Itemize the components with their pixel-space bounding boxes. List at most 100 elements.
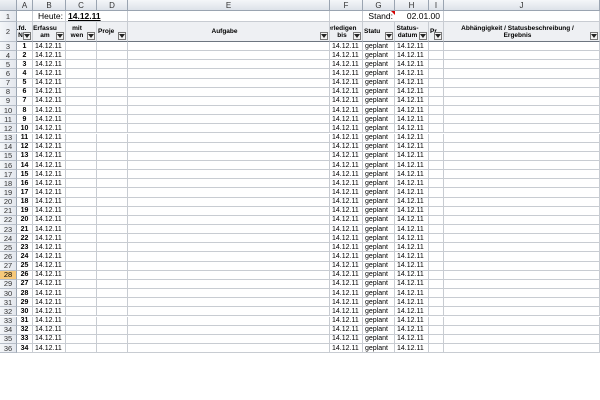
lfd-nr-cell[interactable]: 1 [17,42,33,52]
prioritaet-cell[interactable] [429,51,444,61]
column-header-a[interactable]: A [17,0,33,11]
mit-wem-cell[interactable] [66,179,97,189]
aufgabe-cell[interactable] [128,179,330,189]
projekt-cell[interactable] [97,225,128,235]
erfasst-am-cell[interactable]: 14.12.11 [33,206,66,216]
lfd-nr-cell[interactable]: 31 [17,316,33,326]
lfd-nr-cell[interactable]: 16 [17,179,33,189]
status-cell[interactable]: geplant [363,206,395,216]
erfasst-am-cell[interactable]: 14.12.11 [33,142,66,152]
aufgabe-cell[interactable] [128,78,330,88]
mit-wem-cell[interactable] [66,279,97,290]
erfasst-am-cell[interactable]: 14.12.11 [33,225,66,235]
erfasst-am-cell[interactable]: 14.12.11 [33,87,66,97]
erledigen-bis-cell[interactable]: 14.12.11 [330,42,363,52]
aufgabe-cell[interactable] [128,60,330,70]
abhaengigkeit-cell[interactable] [444,42,600,52]
erledigen-bis-cell[interactable]: 14.12.11 [330,78,363,88]
status-datum-cell[interactable]: 14.12.11 [395,243,429,253]
status-cell[interactable]: geplant [363,334,395,344]
lfd-nr-cell[interactable]: 20 [17,215,33,225]
prioritaet-cell[interactable] [429,142,444,152]
projekt-cell[interactable] [97,142,128,152]
header-aufgabe[interactable]: Aufgabe [128,22,330,42]
status-datum-cell[interactable]: 14.12.11 [395,115,429,125]
status-cell[interactable]: geplant [363,325,395,335]
projekt-cell[interactable] [97,206,128,216]
aufgabe-cell[interactable] [128,160,330,171]
erledigen-bis-cell[interactable]: 14.12.11 [330,225,363,235]
column-header-i[interactable]: I [429,0,444,11]
row-header[interactable]: 16 [0,160,17,171]
projekt-cell[interactable] [97,316,128,326]
aufgabe-cell[interactable] [128,261,330,271]
erfasst-am-cell[interactable]: 14.12.11 [33,243,66,253]
erledigen-bis-cell[interactable]: 14.12.11 [330,261,363,271]
mit-wem-cell[interactable] [66,252,97,262]
status-datum-cell[interactable]: 14.12.11 [395,270,429,280]
column-header-g[interactable]: G [363,0,395,11]
header-projekt[interactable]: Proje [97,22,128,42]
abhaengigkeit-cell[interactable] [444,87,600,97]
abhaengigkeit-cell[interactable] [444,142,600,152]
aufgabe-cell[interactable] [128,106,330,116]
prioritaet-cell[interactable] [429,289,444,299]
abhaengigkeit-cell[interactable] [444,106,600,116]
row-header[interactable]: 22 [0,215,17,225]
prioritaet-cell[interactable] [429,160,444,171]
erledigen-bis-cell[interactable]: 14.12.11 [330,197,363,207]
erfasst-am-cell[interactable]: 14.12.11 [33,234,66,244]
mit-wem-cell[interactable] [66,316,97,326]
column-header-b[interactable]: B [33,0,66,11]
erfasst-am-cell[interactable]: 14.12.11 [33,279,66,290]
erfasst-am-cell[interactable]: 14.12.11 [33,316,66,326]
status-cell[interactable]: geplant [363,42,395,52]
lfd-nr-cell[interactable]: 26 [17,270,33,280]
row-header[interactable]: 23 [0,225,17,235]
erledigen-bis-cell[interactable]: 14.12.11 [330,188,363,198]
status-cell[interactable]: geplant [363,87,395,97]
lfd-nr-cell[interactable]: 14 [17,160,33,171]
mit-wem-cell[interactable] [66,78,97,88]
aufgabe-cell[interactable] [128,188,330,198]
projekt-cell[interactable] [97,298,128,308]
status-datum-cell[interactable]: 14.12.11 [395,225,429,235]
abhaengigkeit-cell[interactable] [444,124,600,134]
status-cell[interactable]: geplant [363,60,395,70]
stand-date[interactable]: 02.01.00 [395,11,444,22]
status-datum-cell[interactable]: 14.12.11 [395,298,429,308]
header-erfasst-am[interactable]: Erfassu am [33,22,66,42]
erfasst-am-cell[interactable]: 14.12.11 [33,325,66,335]
projekt-cell[interactable] [97,261,128,271]
erledigen-bis-cell[interactable]: 14.12.11 [330,307,363,317]
aufgabe-cell[interactable] [128,225,330,235]
mit-wem-cell[interactable] [66,69,97,79]
projekt-cell[interactable] [97,252,128,262]
lfd-nr-cell[interactable]: 34 [17,343,33,354]
cell-j1[interactable] [444,11,600,22]
row-header[interactable]: 33 [0,316,17,326]
mit-wem-cell[interactable] [66,160,97,171]
lfd-nr-cell[interactable]: 17 [17,188,33,198]
projekt-cell[interactable] [97,51,128,61]
aufgabe-cell[interactable] [128,42,330,52]
filter-dropdown-icon[interactable] [56,32,64,40]
status-cell[interactable]: geplant [363,69,395,79]
projekt-cell[interactable] [97,307,128,317]
abhaengigkeit-cell[interactable] [444,261,600,271]
erfasst-am-cell[interactable]: 14.12.11 [33,298,66,308]
column-header-d[interactable]: D [97,0,128,11]
status-cell[interactable]: geplant [363,279,395,290]
lfd-nr-cell[interactable]: 4 [17,69,33,79]
abhaengigkeit-cell[interactable] [444,234,600,244]
mit-wem-cell[interactable] [66,225,97,235]
projekt-cell[interactable] [97,289,128,299]
status-datum-cell[interactable]: 14.12.11 [395,206,429,216]
status-cell[interactable]: geplant [363,289,395,299]
erfasst-am-cell[interactable]: 14.12.11 [33,69,66,79]
erledigen-bis-cell[interactable]: 14.12.11 [330,106,363,116]
projekt-cell[interactable] [97,78,128,88]
mit-wem-cell[interactable] [66,270,97,280]
prioritaet-cell[interactable] [429,133,444,143]
row-header[interactable]: 17 [0,170,17,180]
